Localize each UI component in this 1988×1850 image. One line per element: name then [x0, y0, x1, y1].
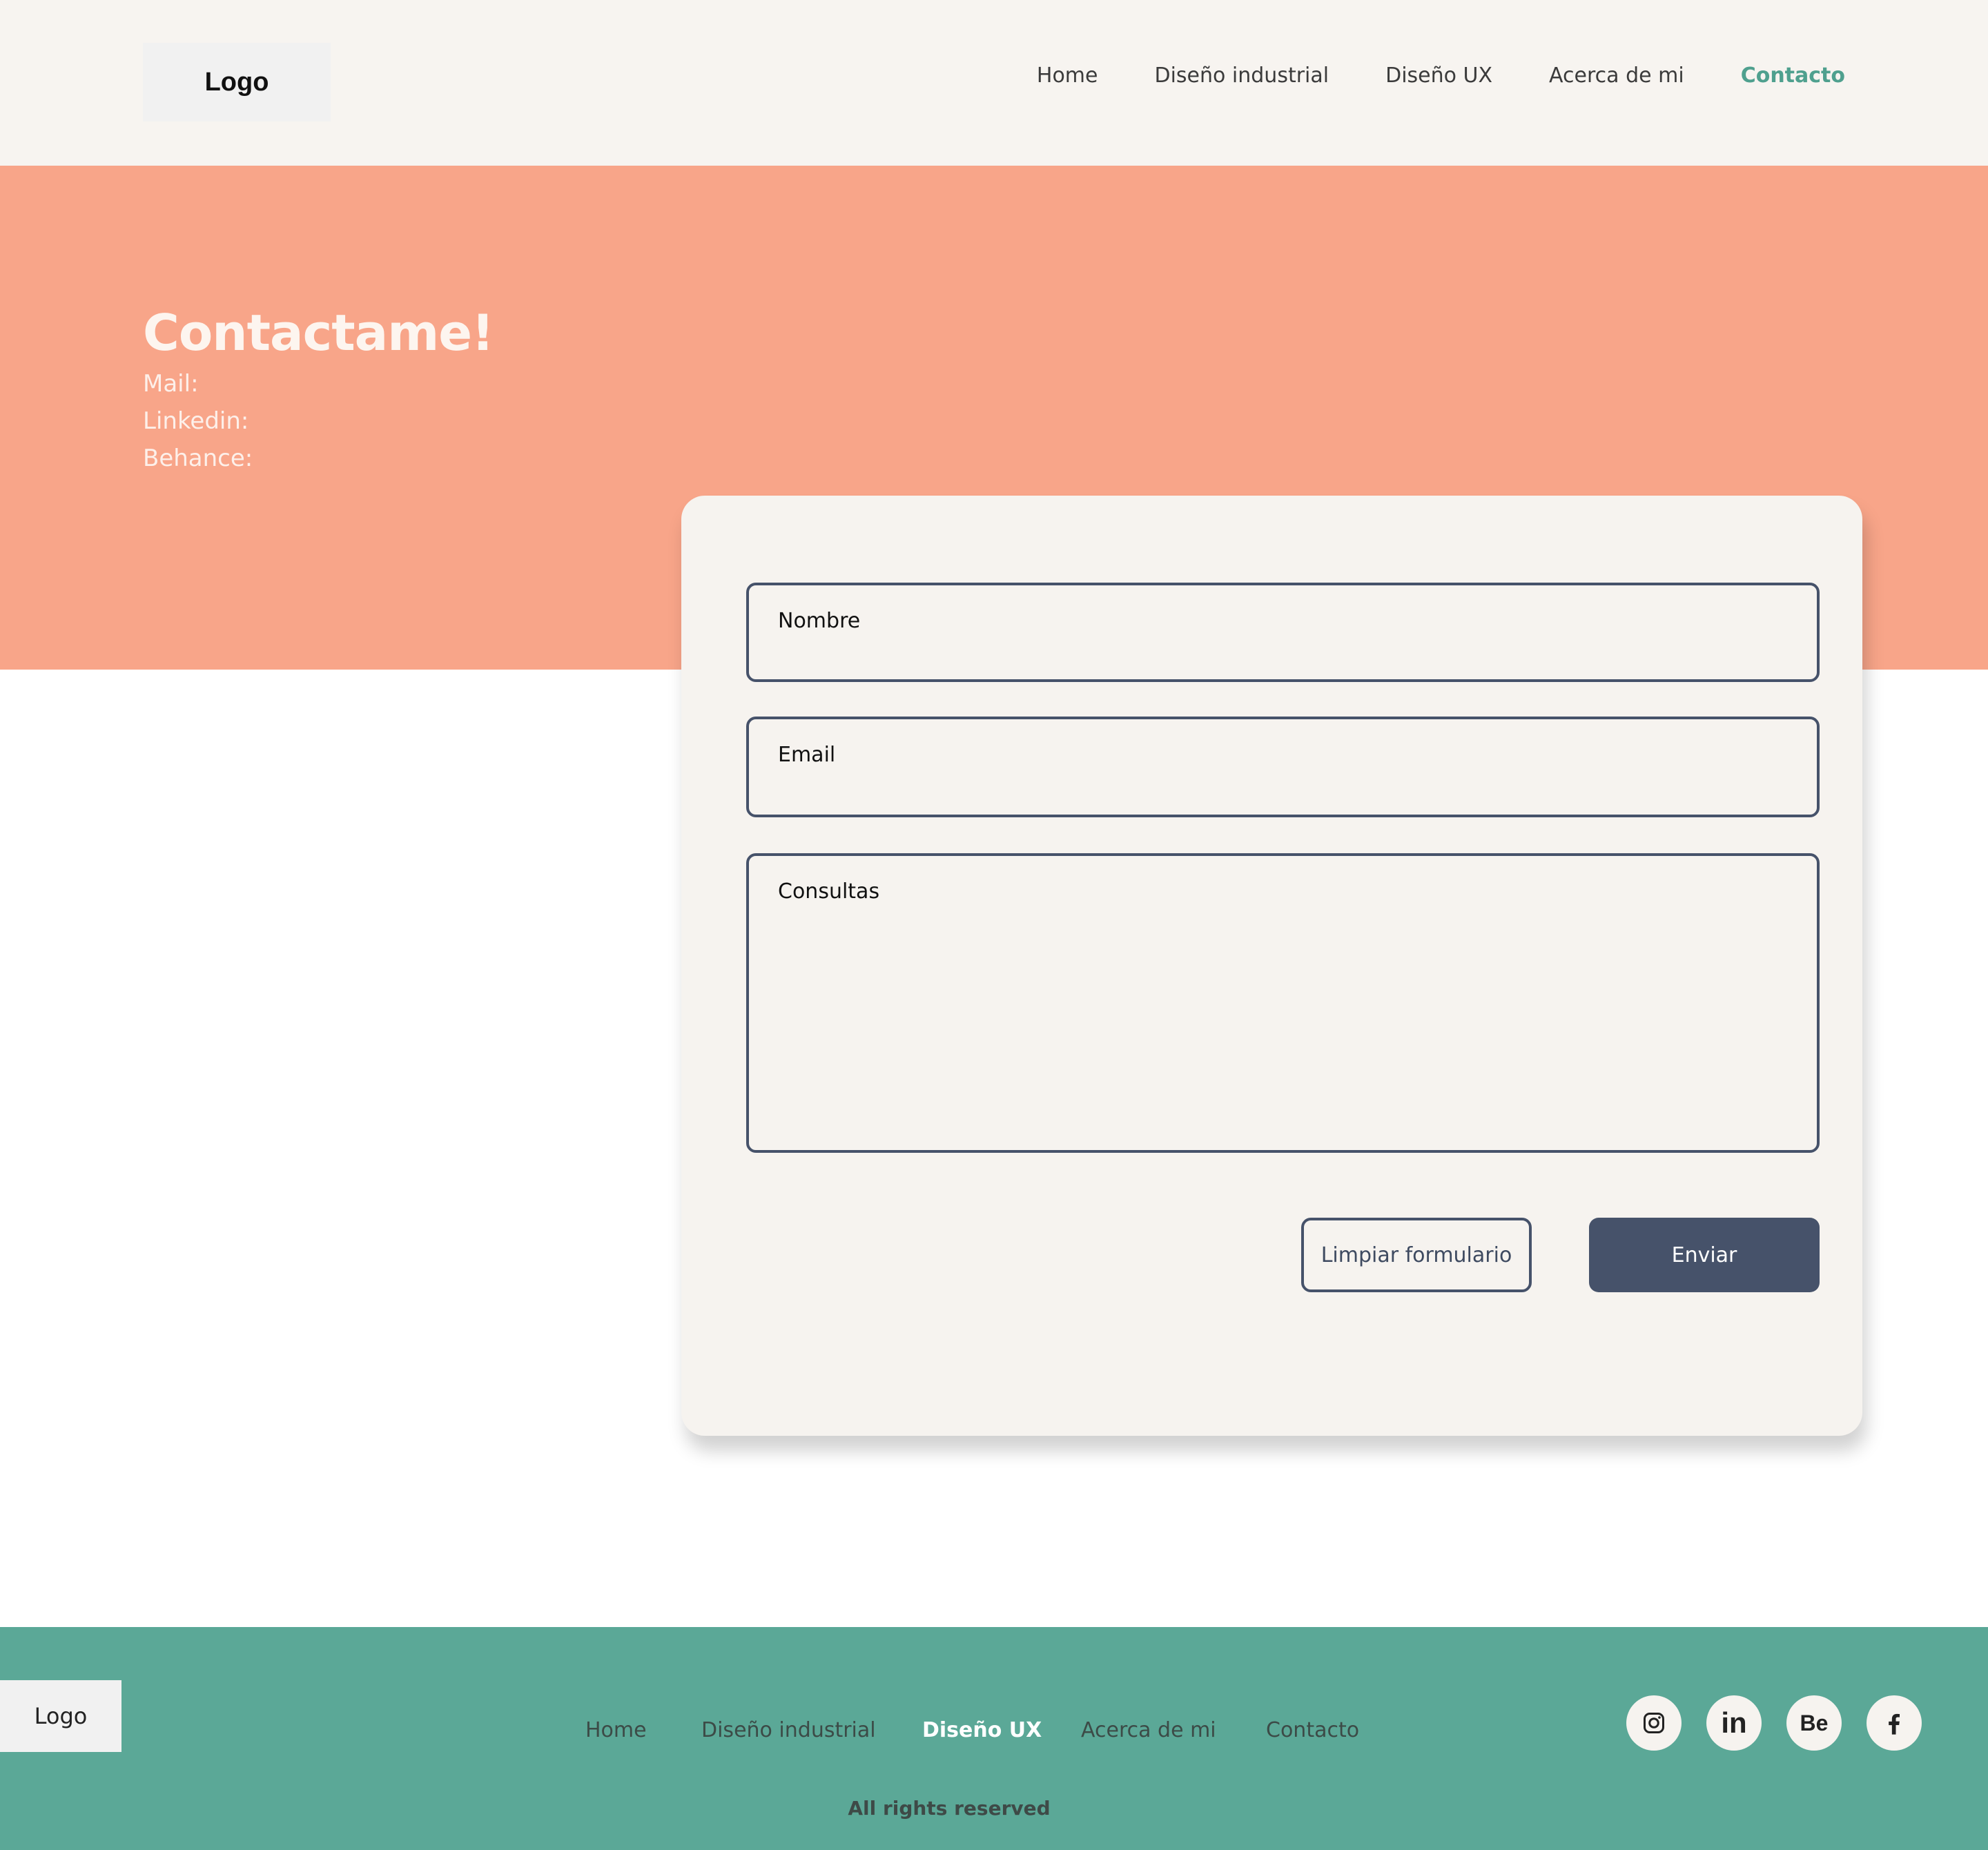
facebook-icon [1889, 1713, 1900, 1735]
footer-logo-text: Logo [34, 1703, 88, 1729]
clear-form-button[interactable]: Limpiar formulario [1301, 1218, 1532, 1292]
linkedin-button[interactable]: in [1706, 1695, 1762, 1751]
header-nav: Home Diseño industrial Diseño UX Acerca … [1037, 64, 1845, 88]
site-header: Logo Home Diseño industrial Diseño UX Ac… [0, 0, 1988, 166]
footer-nav-diseno-industrial-link[interactable]: Diseño industrial [701, 1718, 876, 1742]
footer-nav-home-link[interactable]: Home [585, 1718, 647, 1742]
footer-nav-acerca-link[interactable]: Acerca de mi [1081, 1718, 1216, 1742]
message-textarea[interactable]: Consultas [746, 853, 1820, 1153]
facebook-button[interactable] [1867, 1695, 1922, 1751]
name-input[interactable]: Nombre [746, 583, 1820, 682]
nav-diseno-ux-link[interactable]: Diseño UX [1385, 64, 1492, 88]
email-input[interactable]: Email [746, 717, 1820, 817]
footer-logo[interactable]: Logo [0, 1680, 121, 1752]
nav-contacto-link[interactable]: Contacto [1741, 64, 1845, 88]
email-input-placeholder: Email [778, 743, 836, 767]
behance-button[interactable]: Be [1786, 1695, 1842, 1751]
nav-home-link[interactable]: Home [1037, 64, 1098, 88]
header-logo-text: Logo [204, 67, 269, 97]
header-logo[interactable]: Logo [143, 43, 331, 121]
linkedin-icon: in [1721, 1706, 1747, 1739]
name-input-placeholder: Nombre [778, 609, 861, 633]
submit-button[interactable]: Enviar [1589, 1218, 1820, 1292]
contact-form-card: Nombre Email Consultas Limpiar formulari… [681, 496, 1862, 1436]
instagram-icon [1644, 1713, 1664, 1733]
contact-linkedin-label: Linkedin: [143, 407, 249, 435]
copyright-text: All rights reserved [848, 1797, 1051, 1820]
nav-diseno-industrial-link[interactable]: Diseño industrial [1154, 64, 1329, 88]
page-title: Contactame! [143, 304, 494, 362]
contact-mail-label: Mail: [143, 370, 199, 398]
instagram-button[interactable] [1626, 1695, 1682, 1751]
nav-acerca-link[interactable]: Acerca de mi [1549, 64, 1684, 88]
behance-icon: Be [1800, 1710, 1829, 1735]
footer-nav-contacto-link[interactable]: Contacto [1266, 1718, 1359, 1742]
site-footer: Logo Home Diseño industrial Diseño UX Ac… [0, 1627, 1988, 1850]
message-textarea-placeholder: Consultas [778, 879, 880, 904]
footer-nav-diseno-ux-link[interactable]: Diseño UX [922, 1718, 1042, 1742]
contact-behance-label: Behance: [143, 445, 253, 472]
